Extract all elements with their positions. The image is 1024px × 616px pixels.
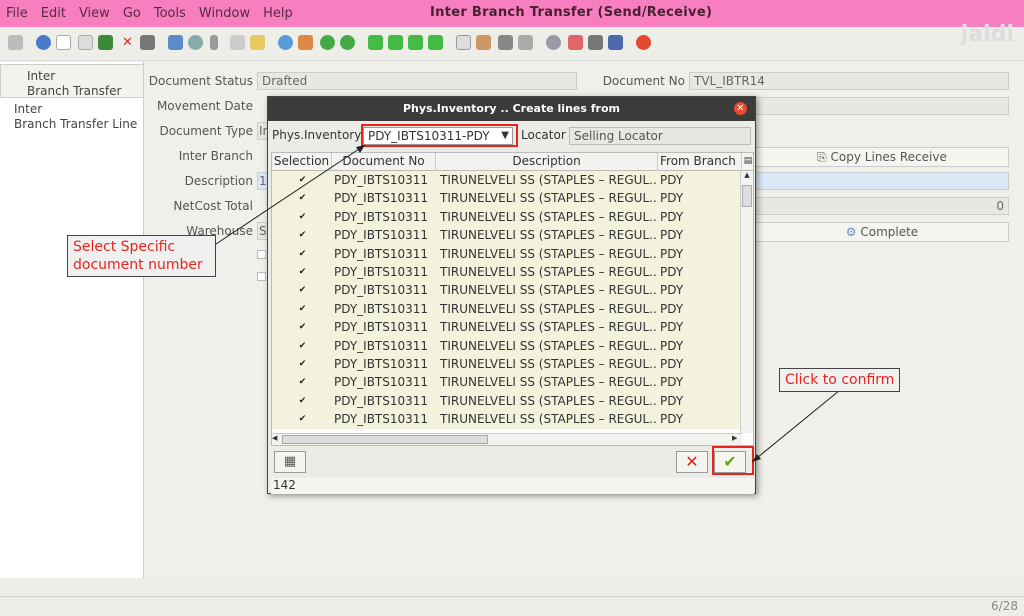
annotation-arrows — [209, 144, 841, 463]
callout-select-document: Select Specific document number — [67, 235, 216, 277]
arrow-head — [356, 145, 365, 153]
arrow-line — [751, 389, 841, 463]
callout-click-to-confirm: Click to confirm — [779, 368, 901, 392]
arrow-line — [209, 144, 366, 249]
